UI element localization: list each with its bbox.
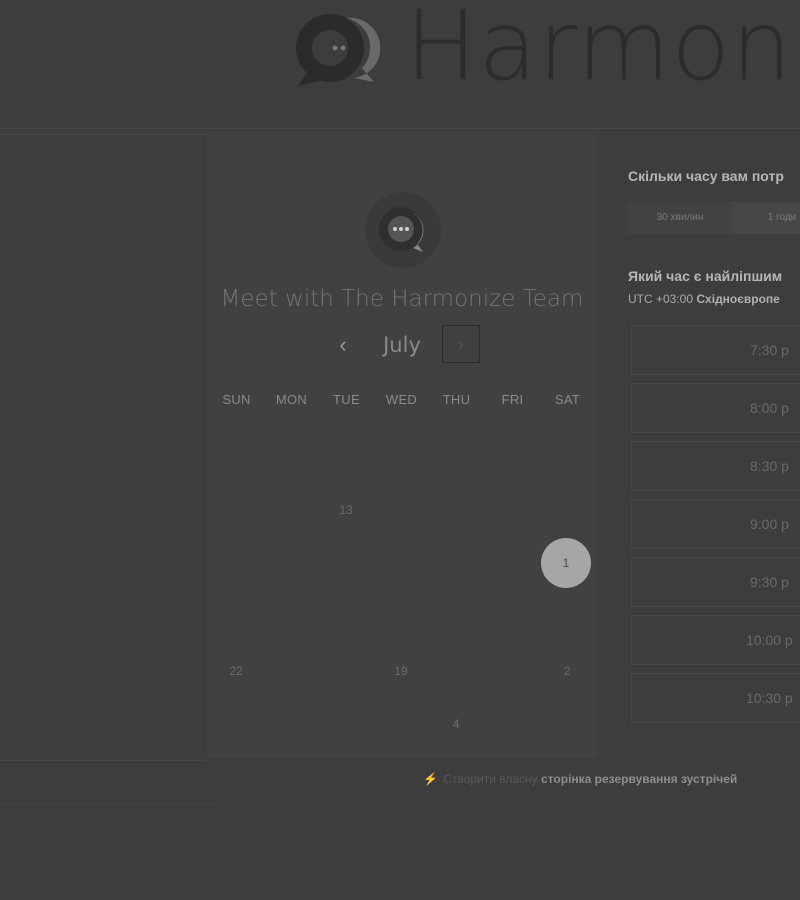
time-slot[interactable]: 10:00 p	[631, 615, 800, 665]
left-panel-bottom-divider	[0, 760, 207, 761]
timezone-label[interactable]: UTC +03:00 Східноєвропе	[628, 292, 780, 306]
booking-options-panel: Скільки часу вам потр 30 хвилин 1 годи Я…	[597, 134, 800, 758]
duration-selector: 30 хвилин 1 годи	[628, 202, 800, 234]
duration-option-1hour[interactable]: 1 годи	[732, 202, 800, 234]
footer-link-text: сторінка резервування зустрічей	[541, 772, 738, 786]
timezone-offset: UTC +03:00	[628, 292, 694, 306]
time-slot-label: 8:30 p	[750, 458, 789, 474]
time-slot-label: 10:30 p	[746, 690, 793, 706]
team-avatar	[365, 192, 441, 268]
month-navigation: ‹ July ›	[207, 324, 597, 366]
bolt-icon: ⚡	[423, 772, 438, 786]
weekday-thu: THU	[442, 392, 471, 407]
time-slot[interactable]: 10:30 p	[631, 673, 800, 723]
time-slot[interactable]: 7:30 p	[631, 325, 800, 375]
calendar-day-selected[interactable]: 1	[541, 538, 591, 588]
left-panel-top-divider	[0, 134, 207, 135]
brand-name: Harmoni	[405, 0, 800, 102]
duration-option-30min[interactable]: 30 хвилин	[628, 202, 732, 234]
time-slot-label: 9:00 p	[750, 516, 789, 532]
footer-divider	[0, 803, 220, 804]
chat-logo-icon	[379, 207, 424, 252]
header: Harmoni	[0, 0, 800, 128]
time-question: Який час є найліпшим	[628, 268, 783, 284]
time-slot[interactable]: 8:00 p	[631, 383, 800, 433]
time-slot[interactable]: 9:30 p	[631, 557, 800, 607]
time-slot[interactable]: 8:30 p	[631, 441, 800, 491]
duration-question: Скільки часу вам потр	[628, 168, 784, 184]
harmonize-logo-icon	[296, 14, 380, 86]
time-slot-label: 7:30 p	[750, 342, 789, 358]
footer-prefix: Створити власну	[443, 772, 538, 786]
weekday-mon: MON	[275, 392, 308, 407]
time-slot-label: 8:00 p	[750, 400, 789, 416]
calendar-day[interactable]: 4	[431, 714, 481, 734]
time-slot[interactable]: 9:00 p	[631, 499, 800, 549]
time-slot-label: 10:00 p	[746, 632, 793, 648]
calendar-card: Meet with The Harmonize Team ‹ July › SU…	[207, 134, 597, 758]
calendar-day[interactable]: 22	[211, 661, 261, 681]
timezone-name: Східноєвропе	[696, 292, 780, 306]
weekday-sun: SUN	[222, 392, 251, 407]
time-slot-label: 9:30 p	[750, 574, 789, 590]
calendar-day[interactable]: 13	[321, 500, 371, 520]
weekday-tue: TUE	[333, 392, 360, 407]
calendar-day[interactable]: 19	[376, 661, 426, 681]
weekday-header: SUN MON TUE WED THU FRI SAT	[207, 392, 597, 412]
month-label: July	[383, 333, 421, 357]
weekday-wed: WED	[385, 392, 418, 407]
event-title: Meet with The Harmonize Team	[220, 286, 584, 312]
create-booking-page-link[interactable]: ⚡ Створити власну сторінка резервування …	[423, 772, 737, 786]
prev-month-button[interactable]: ‹	[331, 324, 355, 366]
weekday-fri: FRI	[501, 392, 524, 407]
next-month-button[interactable]: ›	[442, 325, 480, 363]
weekday-sat: SAT	[554, 392, 581, 407]
header-divider	[0, 128, 800, 129]
calendar-day[interactable]: 2	[542, 661, 592, 681]
